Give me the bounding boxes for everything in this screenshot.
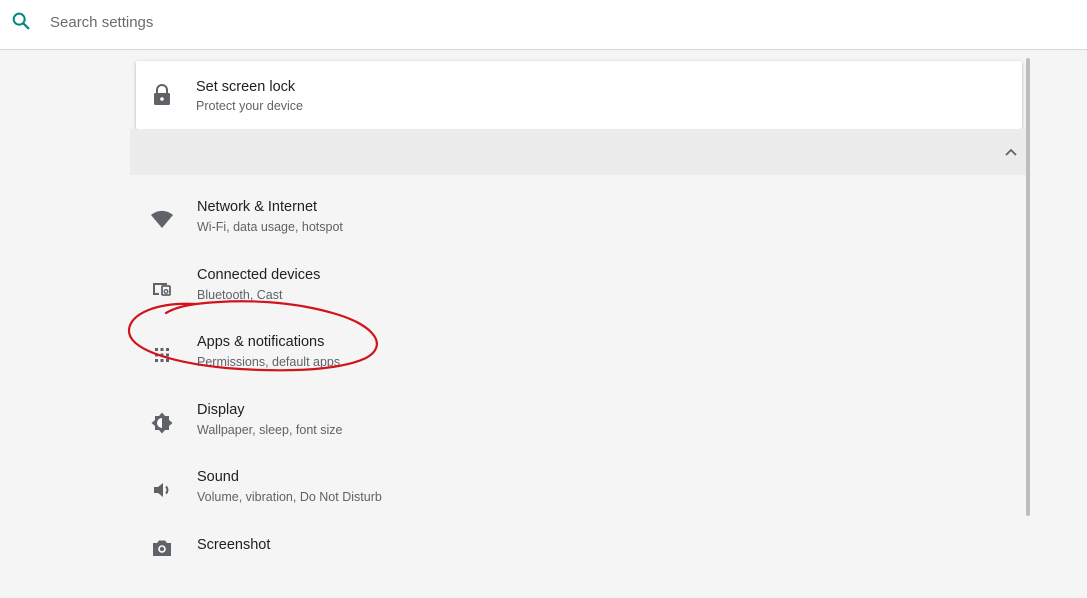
suggestion-subtitle: Protect your device [196,99,303,113]
suggestion-card-screen-lock[interactable]: Set screen lock Protect your device [136,61,1022,129]
brightness-icon [151,412,173,434]
settings-item-title: Sound [197,469,239,485]
scrollbar[interactable] [1026,58,1030,516]
settings-item-subtitle: Wallpaper, sleep, font size [197,423,343,437]
settings-item-subtitle: Volume, vibration, Do Not Disturb [197,490,382,504]
camera-icon [153,540,171,556]
settings-item-apps-notifications[interactable]: Apps & notifications Permissions, defaul… [130,320,1028,387]
suggestions-collapse-bar[interactable] [130,129,1028,175]
settings-item-title: Connected devices [197,267,321,283]
settings-item-subtitle: Wi-Fi, data usage, hotspot [197,220,343,234]
wifi-icon [151,210,173,228]
lock-icon [154,84,170,105]
chevron-up-icon[interactable] [1004,145,1018,159]
settings-item-title: Screenshot [197,537,271,553]
settings-item-connected-devices[interactable]: Connected devices Bluetooth, Cast [130,253,1028,320]
settings-item-sound[interactable]: Sound Volume, vibration, Do Not Disturb [130,455,1028,522]
settings-content: Set screen lock Protect your device Netw… [130,51,1028,556]
volume-icon [154,483,169,497]
settings-item-title: Apps & notifications [197,334,325,350]
settings-item-network[interactable]: Network & Internet Wi-Fi, data usage, ho… [130,185,1028,252]
settings-item-title: Network & Internet [197,199,318,215]
apps-grid-icon [155,348,169,362]
settings-item-subtitle: Bluetooth, Cast [197,288,283,302]
devices-icon [153,283,171,296]
settings-item-screenshot[interactable]: Screenshot [130,531,1028,598]
settings-item-subtitle: Permissions, default apps [197,355,341,369]
settings-item-display[interactable]: Display Wallpaper, sleep, font size [130,388,1028,455]
search-input[interactable] [50,11,650,33]
suggestion-title: Set screen lock [196,79,296,95]
search-icon[interactable] [10,10,32,32]
settings-item-title: Display [197,402,245,418]
search-bar [0,0,1087,50]
